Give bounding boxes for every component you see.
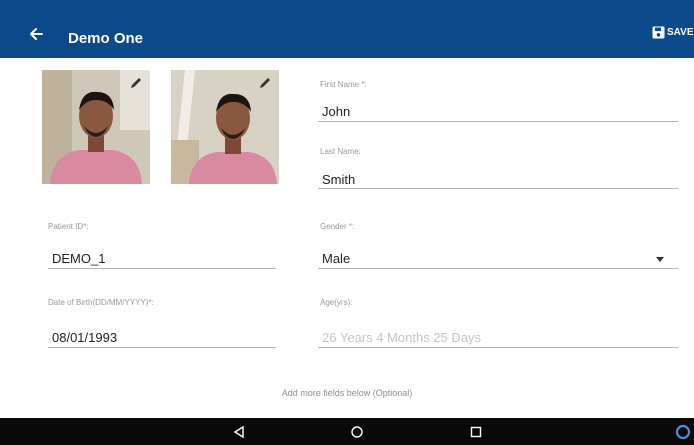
profile-photo-1[interactable] xyxy=(42,70,150,184)
arrow-left-icon xyxy=(30,28,43,40)
age-label: Age(yrs): xyxy=(320,298,353,307)
edit-photo-1-button[interactable] xyxy=(128,75,144,91)
last-name-input[interactable]: Smith xyxy=(322,172,355,187)
first-name-label: First Name *: xyxy=(320,80,367,89)
patient-id-underline xyxy=(48,268,276,269)
dob-label: Date of Birth(DD/MM/YYYY)*: xyxy=(48,298,154,307)
save-label: SAVE xyxy=(667,27,694,38)
patient-id-label: Patient ID*: xyxy=(48,222,89,231)
age-underline xyxy=(318,347,678,348)
dob-input[interactable]: 08/01/1993 xyxy=(52,330,117,345)
back-button[interactable] xyxy=(26,23,48,45)
caret-down-icon[interactable] xyxy=(656,257,664,262)
last-name-underline xyxy=(318,188,678,189)
square-recents-icon[interactable] xyxy=(469,425,483,439)
system-nav-bar xyxy=(0,418,694,445)
optional-fields-hint: Add more fields below (Optional) xyxy=(281,388,413,398)
gender-underline xyxy=(318,268,678,269)
dob-underline xyxy=(48,347,276,348)
last-name-label: Last Name: xyxy=(320,147,361,156)
first-name-underline xyxy=(318,121,678,122)
app-bar: Demo One SAVE xyxy=(0,0,694,58)
first-name-input[interactable]: John xyxy=(322,104,350,119)
age-field: 26 Years 4 Months 25 Days xyxy=(322,330,481,345)
triangle-back-icon[interactable] xyxy=(232,425,246,439)
circle-home-icon[interactable] xyxy=(350,425,364,439)
pencil-icon xyxy=(131,78,141,88)
gender-select[interactable]: Male xyxy=(322,251,350,266)
floppy-disk-icon xyxy=(652,26,665,39)
profile-photo-2[interactable] xyxy=(171,70,279,184)
assistant-icon[interactable] xyxy=(674,423,692,441)
save-button[interactable]: SAVE xyxy=(652,26,694,39)
edit-photo-2-button[interactable] xyxy=(257,75,273,91)
page-title: Demo One xyxy=(68,30,144,47)
patient-id-input[interactable]: DEMO_1 xyxy=(52,251,105,266)
gender-label: Gender *: xyxy=(320,222,355,231)
pencil-icon xyxy=(260,78,270,88)
